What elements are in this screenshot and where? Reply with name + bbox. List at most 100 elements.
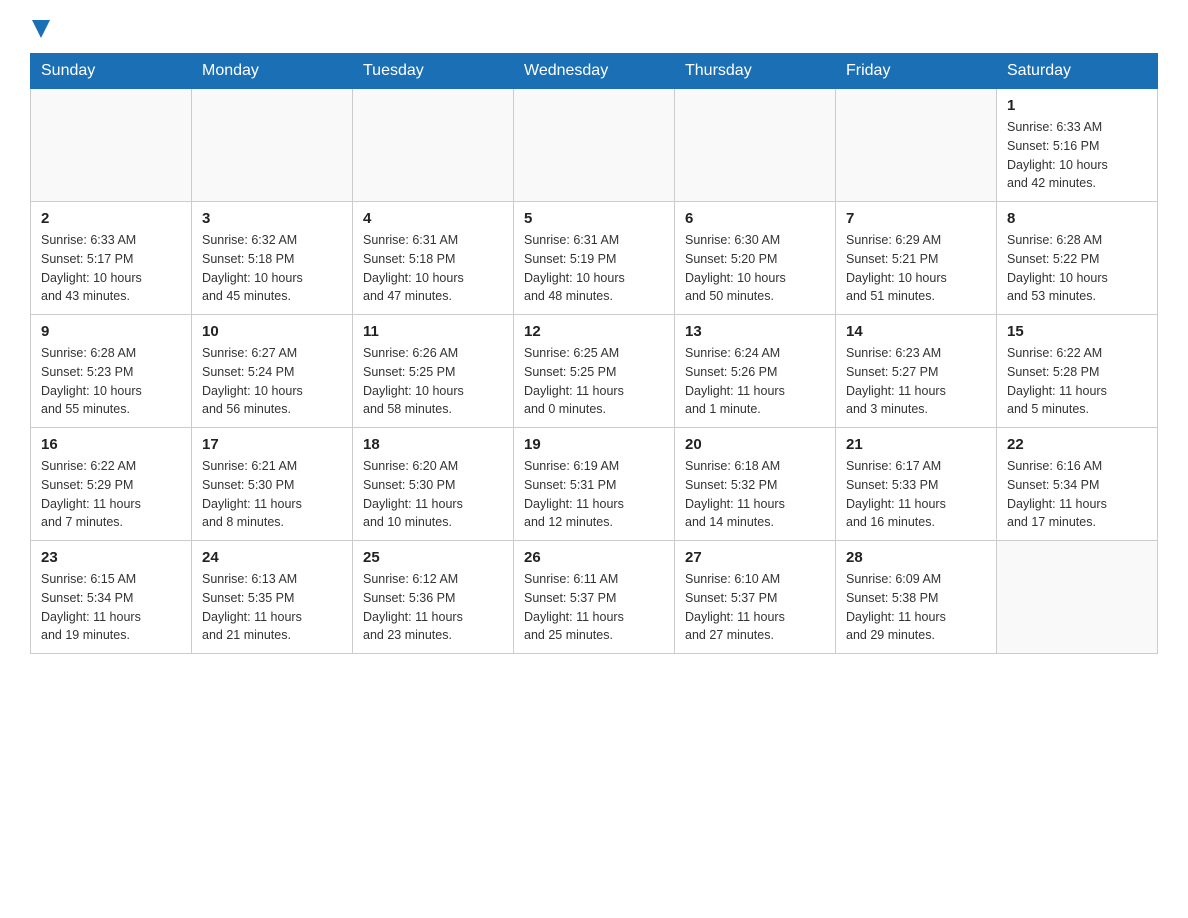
calendar-cell: 22 Sunrise: 6:16 AM Sunset: 5:34 PM Dayli…: [997, 428, 1158, 541]
day-info: Sunrise: 6:33 AM Sunset: 5:17 PM Dayligh…: [41, 231, 181, 306]
calendar-cell: 3 Sunrise: 6:32 AM Sunset: 5:18 PM Daylig…: [192, 202, 353, 315]
day-info: Sunrise: 6:25 AM Sunset: 5:25 PM Dayligh…: [524, 344, 664, 419]
logo-triangle-icon: [32, 20, 50, 38]
day-number: 9: [41, 323, 181, 340]
day-number: 3: [202, 210, 342, 227]
day-number: 13: [685, 323, 825, 340]
day-info: Sunrise: 6:12 AM Sunset: 5:36 PM Dayligh…: [363, 570, 503, 645]
page-header: [30, 20, 1158, 43]
weekday-header-thursday: Thursday: [675, 54, 836, 89]
day-number: 25: [363, 549, 503, 566]
day-number: 27: [685, 549, 825, 566]
calendar-cell: 13 Sunrise: 6:24 AM Sunset: 5:26 PM Dayli…: [675, 315, 836, 428]
calendar-cell: 1 Sunrise: 6:33 AM Sunset: 5:16 PM Daylig…: [997, 89, 1158, 202]
day-info: Sunrise: 6:20 AM Sunset: 5:30 PM Dayligh…: [363, 457, 503, 532]
day-info: Sunrise: 6:22 AM Sunset: 5:29 PM Dayligh…: [41, 457, 181, 532]
day-number: 18: [363, 436, 503, 453]
day-info: Sunrise: 6:16 AM Sunset: 5:34 PM Dayligh…: [1007, 457, 1147, 532]
calendar-cell: 25 Sunrise: 6:12 AM Sunset: 5:36 PM Dayli…: [353, 541, 514, 654]
day-info: Sunrise: 6:13 AM Sunset: 5:35 PM Dayligh…: [202, 570, 342, 645]
day-info: Sunrise: 6:28 AM Sunset: 5:23 PM Dayligh…: [41, 344, 181, 419]
day-number: 28: [846, 549, 986, 566]
day-number: 14: [846, 323, 986, 340]
day-number: 11: [363, 323, 503, 340]
calendar-cell: 6Sunrise: 6:30 AM Sunset: 5:20 PM Daylig…: [675, 202, 836, 315]
weekday-header-tuesday: Tuesday: [353, 54, 514, 89]
weekday-header-saturday: Saturday: [997, 54, 1158, 89]
week-row-3: 9 Sunrise: 6:28 AM Sunset: 5:23 PM Daylig…: [31, 315, 1158, 428]
calendar-cell: 7 Sunrise: 6:29 AM Sunset: 5:21 PM Daylig…: [836, 202, 997, 315]
calendar-cell: 10 Sunrise: 6:27 AM Sunset: 5:24 PM Dayli…: [192, 315, 353, 428]
day-number: 17: [202, 436, 342, 453]
calendar-cell: 8 Sunrise: 6:28 AM Sunset: 5:22 PM Daylig…: [997, 202, 1158, 315]
calendar-cell: [675, 89, 836, 202]
day-number: 26: [524, 549, 664, 566]
day-number: 8: [1007, 210, 1147, 227]
day-number: 20: [685, 436, 825, 453]
weekday-header-sunday: Sunday: [31, 54, 192, 89]
day-number: 16: [41, 436, 181, 453]
week-row-1: 1 Sunrise: 6:33 AM Sunset: 5:16 PM Daylig…: [31, 89, 1158, 202]
calendar-cell: [353, 89, 514, 202]
day-info: Sunrise: 6:23 AM Sunset: 5:27 PM Dayligh…: [846, 344, 986, 419]
calendar-cell: [514, 89, 675, 202]
weekday-header-monday: Monday: [192, 54, 353, 89]
calendar-cell: 17 Sunrise: 6:21 AM Sunset: 5:30 PM Dayli…: [192, 428, 353, 541]
calendar-cell: 27 Sunrise: 6:10 AM Sunset: 5:37 PM Dayli…: [675, 541, 836, 654]
day-number: 5: [524, 210, 664, 227]
calendar-cell: [836, 89, 997, 202]
weekday-header-friday: Friday: [836, 54, 997, 89]
calendar-cell: 11 Sunrise: 6:26 AM Sunset: 5:25 PM Dayli…: [353, 315, 514, 428]
calendar-cell: 14 Sunrise: 6:23 AM Sunset: 5:27 PM Dayli…: [836, 315, 997, 428]
week-row-5: 23Sunrise: 6:15 AM Sunset: 5:34 PM Dayli…: [31, 541, 1158, 654]
calendar-cell: 28Sunrise: 6:09 AM Sunset: 5:38 PM Dayli…: [836, 541, 997, 654]
day-info: Sunrise: 6:30 AM Sunset: 5:20 PM Dayligh…: [685, 231, 825, 306]
calendar-cell: [31, 89, 192, 202]
day-number: 1: [1007, 97, 1147, 114]
calendar-cell: 5 Sunrise: 6:31 AM Sunset: 5:19 PM Daylig…: [514, 202, 675, 315]
day-number: 23: [41, 549, 181, 566]
calendar-cell: 4 Sunrise: 6:31 AM Sunset: 5:18 PM Daylig…: [353, 202, 514, 315]
weekday-header-wednesday: Wednesday: [514, 54, 675, 89]
day-info: Sunrise: 6:27 AM Sunset: 5:24 PM Dayligh…: [202, 344, 342, 419]
day-info: Sunrise: 6:31 AM Sunset: 5:19 PM Dayligh…: [524, 231, 664, 306]
day-info: Sunrise: 6:24 AM Sunset: 5:26 PM Dayligh…: [685, 344, 825, 419]
calendar-cell: 12 Sunrise: 6:25 AM Sunset: 5:25 PM Dayli…: [514, 315, 675, 428]
day-number: 10: [202, 323, 342, 340]
day-info: Sunrise: 6:11 AM Sunset: 5:37 PM Dayligh…: [524, 570, 664, 645]
day-info: Sunrise: 6:22 AM Sunset: 5:28 PM Dayligh…: [1007, 344, 1147, 419]
day-info: Sunrise: 6:19 AM Sunset: 5:31 PM Dayligh…: [524, 457, 664, 532]
logo: [30, 20, 50, 43]
calendar-cell: 20 Sunrise: 6:18 AM Sunset: 5:32 PM Dayli…: [675, 428, 836, 541]
calendar-cell: 23Sunrise: 6:15 AM Sunset: 5:34 PM Dayli…: [31, 541, 192, 654]
weekday-header-row: SundayMondayTuesdayWednesdayThursdayFrid…: [31, 54, 1158, 89]
calendar-cell: 16 Sunrise: 6:22 AM Sunset: 5:29 PM Dayli…: [31, 428, 192, 541]
day-number: 7: [846, 210, 986, 227]
day-number: 24: [202, 549, 342, 566]
calendar-cell: 2 Sunrise: 6:33 AM Sunset: 5:17 PM Daylig…: [31, 202, 192, 315]
day-info: Sunrise: 6:17 AM Sunset: 5:33 PM Dayligh…: [846, 457, 986, 532]
day-info: Sunrise: 6:21 AM Sunset: 5:30 PM Dayligh…: [202, 457, 342, 532]
day-info: Sunrise: 6:32 AM Sunset: 5:18 PM Dayligh…: [202, 231, 342, 306]
day-info: Sunrise: 6:33 AM Sunset: 5:16 PM Dayligh…: [1007, 118, 1147, 193]
day-info: Sunrise: 6:10 AM Sunset: 5:37 PM Dayligh…: [685, 570, 825, 645]
day-number: 4: [363, 210, 503, 227]
day-number: 19: [524, 436, 664, 453]
day-info: Sunrise: 6:29 AM Sunset: 5:21 PM Dayligh…: [846, 231, 986, 306]
day-number: 21: [846, 436, 986, 453]
calendar-cell: 18 Sunrise: 6:20 AM Sunset: 5:30 PM Dayli…: [353, 428, 514, 541]
day-number: 2: [41, 210, 181, 227]
day-info: Sunrise: 6:28 AM Sunset: 5:22 PM Dayligh…: [1007, 231, 1147, 306]
day-number: 12: [524, 323, 664, 340]
calendar-cell: [192, 89, 353, 202]
calendar-cell: 15 Sunrise: 6:22 AM Sunset: 5:28 PM Dayli…: [997, 315, 1158, 428]
day-number: 15: [1007, 323, 1147, 340]
day-info: Sunrise: 6:18 AM Sunset: 5:32 PM Dayligh…: [685, 457, 825, 532]
day-info: Sunrise: 6:26 AM Sunset: 5:25 PM Dayligh…: [363, 344, 503, 419]
calendar-cell: 26 Sunrise: 6:11 AM Sunset: 5:37 PM Dayli…: [514, 541, 675, 654]
calendar-cell: 9 Sunrise: 6:28 AM Sunset: 5:23 PM Daylig…: [31, 315, 192, 428]
calendar-cell: 24 Sunrise: 6:13 AM Sunset: 5:35 PM Dayli…: [192, 541, 353, 654]
day-info: Sunrise: 6:31 AM Sunset: 5:18 PM Dayligh…: [363, 231, 503, 306]
day-number: 22: [1007, 436, 1147, 453]
calendar-table: SundayMondayTuesdayWednesdayThursdayFrid…: [30, 53, 1158, 654]
